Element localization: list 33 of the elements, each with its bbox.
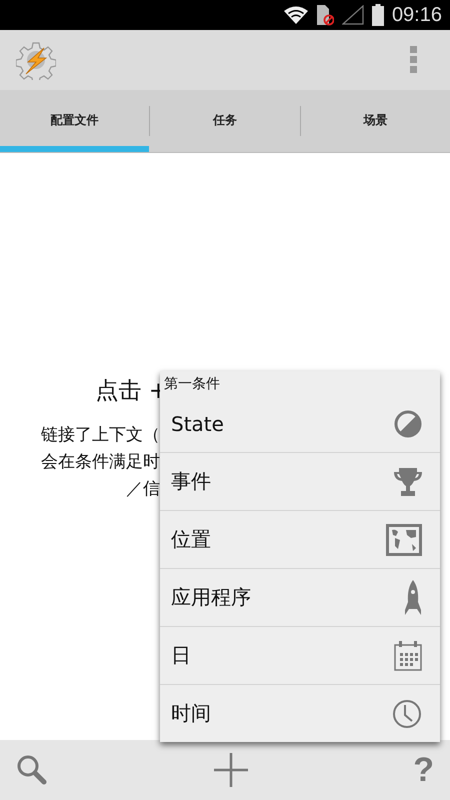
battery-icon (372, 4, 384, 26)
menu-item-label: State (171, 412, 224, 436)
menu-item[interactable]: State (160, 395, 440, 453)
menu-item[interactable]: 事件 (160, 453, 440, 511)
signal-icon (342, 5, 364, 25)
add-icon[interactable] (214, 753, 248, 787)
menu-item-label: 应用程序 (171, 584, 251, 611)
menu-item-label: 位置 (171, 526, 211, 553)
menu-item-label: 日 (171, 642, 191, 669)
map-icon (386, 524, 422, 556)
menu-item[interactable]: 应用程序 (160, 569, 440, 627)
menu-item-label: 事件 (171, 468, 211, 495)
more-options-icon[interactable] (410, 46, 418, 74)
menu-item[interactable]: 日 (160, 627, 440, 685)
tab[interactable]: 场景 (300, 90, 450, 152)
hint-text: ／信 (126, 478, 160, 501)
rocket-icon (404, 580, 422, 616)
menu-item[interactable]: 时间 (160, 685, 440, 742)
clock-icon (392, 698, 422, 728)
hint-text: 会在条件满足时 (41, 451, 160, 474)
menu-item-label: 时间 (171, 700, 211, 727)
sim-card-icon (316, 4, 334, 26)
tab[interactable]: 任务 (150, 90, 300, 152)
calendar-icon (394, 640, 422, 670)
wifi-icon (284, 6, 308, 24)
menu-item[interactable]: 位置 (160, 511, 440, 569)
clock-time: 09:16 (392, 4, 442, 26)
half-circle-icon (394, 410, 422, 438)
help-button[interactable]: ? (413, 750, 434, 790)
trophy-icon (394, 466, 422, 496)
search-icon[interactable] (16, 754, 48, 786)
gear-lightning-icon (16, 40, 56, 80)
hint-text: 链接了上下文（ (41, 424, 160, 447)
